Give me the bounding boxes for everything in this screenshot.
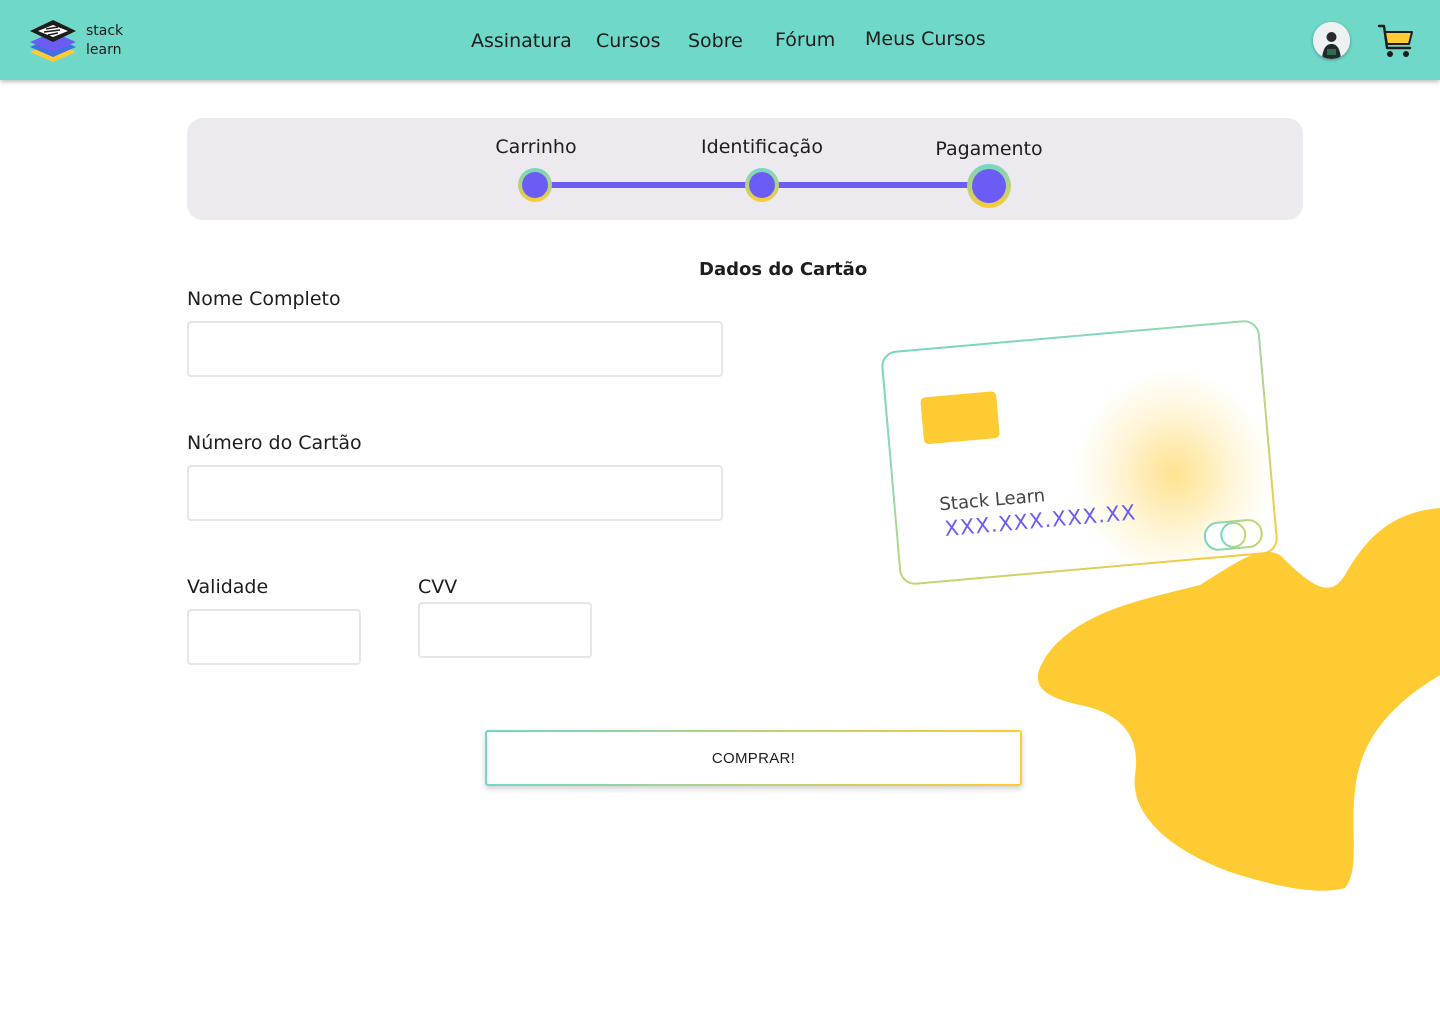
cvv-input[interactable]	[418, 602, 592, 658]
nav-cursos[interactable]: Cursos	[596, 30, 661, 56]
brand-name: stack learn	[86, 22, 123, 60]
full-name-input[interactable]	[187, 321, 723, 377]
checkout-stepper: Carrinho Identificação Pagamento	[187, 118, 1303, 220]
card-glow	[1064, 360, 1280, 587]
nav-forum[interactable]: Fórum	[775, 29, 835, 55]
card-number-input[interactable]	[187, 465, 723, 521]
step-label-identificacao: Identificação	[701, 136, 823, 158]
shopping-cart-icon[interactable]	[1377, 22, 1415, 60]
name-label: Nome Completo	[187, 288, 341, 310]
card-chip-icon	[920, 391, 1000, 445]
step-label-carrinho: Carrinho	[495, 136, 577, 158]
card-toggle-icon	[1203, 519, 1263, 551]
credit-card: Stack Learn XXX.XXX.XXX.XX	[880, 318, 1280, 587]
cvv-label: CVV	[418, 576, 458, 598]
step-dot-pagamento[interactable]	[966, 163, 1012, 209]
step-label-pagamento: Pagamento	[935, 138, 1043, 160]
step-connector-2	[762, 182, 989, 188]
step-connector-1	[536, 182, 762, 188]
user-avatar-icon[interactable]	[1313, 22, 1350, 59]
nav-meus-cursos[interactable]: Meus Cursos	[865, 28, 986, 54]
brand-line-2: learn	[86, 42, 122, 58]
nav-sobre[interactable]: Sobre	[688, 30, 743, 56]
brand-line-1: stack	[86, 23, 124, 39]
step-dot-carrinho[interactable]	[517, 167, 553, 203]
top-navbar: stack learn Assinatura Cursos Sobre Fóru…	[0, 0, 1440, 80]
expiry-label: Validade	[187, 576, 269, 598]
step-dot-identificacao[interactable]	[744, 167, 780, 203]
section-title: Dados do Cartão	[699, 259, 868, 280]
buy-button[interactable]: COMPRAR!	[485, 730, 1022, 786]
credit-card-illustration: Stack Learn XXX.XXX.XXX.XX	[880, 318, 1280, 587]
expiry-input[interactable]	[187, 609, 361, 665]
nav-assinatura[interactable]: Assinatura	[471, 30, 572, 56]
card-number-label: Número do Cartão	[187, 432, 362, 454]
stacked-layers-logo-icon[interactable]	[28, 18, 78, 64]
